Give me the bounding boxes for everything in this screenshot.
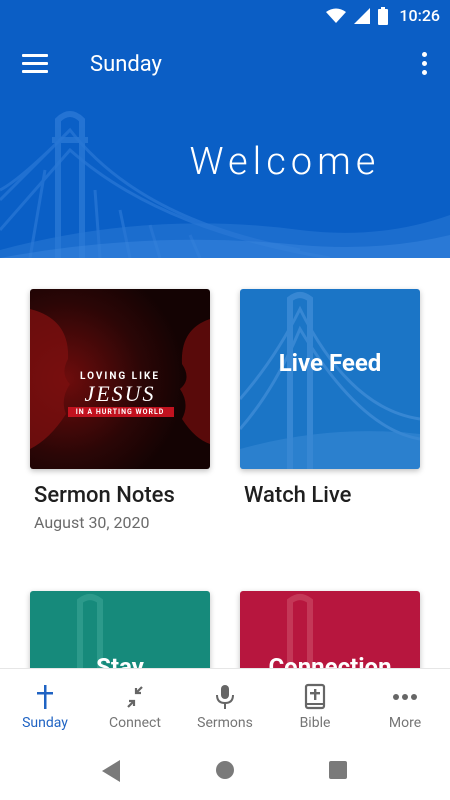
more-horiz-icon bbox=[393, 694, 417, 700]
system-navigation-bar bbox=[0, 744, 450, 800]
status-bar: 10:26 bbox=[0, 0, 450, 32]
bridge-graphic bbox=[240, 292, 420, 469]
welcome-banner: Welcome bbox=[0, 100, 450, 258]
sermon-notes-card[interactable]: LOVING LIKE JESUS IN A HURTING WORLD bbox=[30, 289, 210, 469]
home-icon[interactable] bbox=[215, 760, 235, 780]
nav-item-sunday[interactable]: Sunday bbox=[0, 669, 90, 745]
hamburger-menu-icon[interactable] bbox=[22, 54, 48, 76]
microphone-icon bbox=[216, 685, 234, 709]
nav-item-connect[interactable]: Connect bbox=[90, 669, 180, 745]
nav-item-bible[interactable]: Bible bbox=[270, 669, 360, 745]
welcome-title: Welcome bbox=[189, 140, 381, 184]
back-icon[interactable] bbox=[102, 760, 122, 782]
nav-label: Connect bbox=[109, 715, 161, 731]
app-bar: Sunday bbox=[0, 32, 450, 100]
sermon-art-line3: IN A HURTING WORLD bbox=[75, 408, 165, 416]
recents-icon[interactable] bbox=[328, 760, 348, 780]
sermon-notes-date: August 30, 2020 bbox=[34, 513, 150, 532]
live-feed-label: Live Feed bbox=[278, 349, 382, 377]
sermon-art-line2: JESUS bbox=[84, 381, 156, 406]
nav-item-sermons[interactable]: Sermons bbox=[180, 669, 270, 745]
battery-icon bbox=[378, 7, 388, 25]
status-time: 10:26 bbox=[399, 6, 440, 25]
watch-live-title: Watch Live bbox=[244, 483, 352, 508]
wifi-icon bbox=[326, 8, 346, 23]
page-title: Sunday bbox=[90, 52, 162, 77]
more-vert-icon[interactable] bbox=[420, 52, 428, 78]
sermon-notes-title: Sermon Notes bbox=[34, 483, 175, 508]
bible-icon bbox=[304, 683, 326, 710]
live-feed-card[interactable]: Live Feed bbox=[240, 289, 420, 469]
nav-label: Sunday bbox=[22, 715, 68, 731]
nav-label: Bible bbox=[299, 715, 331, 731]
signal-icon bbox=[354, 8, 370, 24]
status-icons bbox=[326, 7, 388, 25]
nav-label: More bbox=[388, 715, 422, 731]
bottom-navigation: Sunday Connect Sermons Bible More bbox=[0, 668, 450, 745]
nav-label: Sermons bbox=[197, 715, 253, 731]
nav-item-more[interactable]: More bbox=[360, 669, 450, 745]
connect-arrows-icon bbox=[127, 686, 143, 708]
cross-icon bbox=[37, 685, 53, 709]
